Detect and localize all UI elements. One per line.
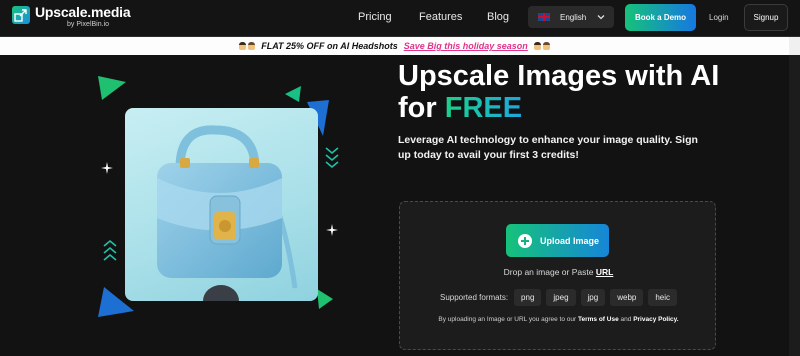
format-badge: jpeg <box>546 289 576 306</box>
sample-image-blue-handbag <box>125 108 318 301</box>
supported-formats: Supported formats: png jpeg jpg webp hei… <box>440 289 682 306</box>
sparkle-icon <box>101 162 113 174</box>
drop-instructions: Drop an image or Paste URL <box>400 267 717 277</box>
login-link[interactable]: Login <box>709 13 729 22</box>
upload-dropzone[interactable]: Upload Image Drop an image or Paste URL … <box>399 201 716 350</box>
paste-url-link[interactable]: URL <box>596 267 613 277</box>
upscale-logo-icon <box>12 6 30 24</box>
scrollbar-track-top <box>789 37 800 55</box>
terms-notice: By uploading an Image or URL you agree t… <box>400 316 717 323</box>
uk-flag-icon <box>538 13 550 21</box>
book-demo-button[interactable]: Book a Demo <box>625 4 696 31</box>
format-badge: png <box>514 289 542 306</box>
logo-byline: by PixelBin.io <box>67 21 110 28</box>
upload-image-button[interactable]: Upload Image <box>506 224 609 257</box>
sparkle-icon <box>326 224 338 236</box>
format-badge: heic <box>648 289 678 306</box>
headshot-emoji-icon <box>239 42 247 50</box>
terms-and: and <box>620 316 632 323</box>
hero-title-line1: Upscale Images with AI <box>398 60 720 92</box>
chevrons-down-icon <box>325 147 339 169</box>
triangle-decoration-icon <box>98 76 126 100</box>
hero-subtitle: Leverage AI technology to enhance your i… <box>398 134 698 161</box>
language-label: English <box>560 12 587 22</box>
triangle-decoration-icon <box>285 86 301 102</box>
hero-title-free: FREE <box>444 92 523 124</box>
drop-text: Drop an image or Paste <box>503 267 594 277</box>
signup-button[interactable]: Signup <box>744 4 788 31</box>
hero-title: Upscale Images with AI for FREE <box>398 60 719 124</box>
language-selector[interactable]: English <box>528 6 614 28</box>
nav-link-features[interactable]: Features <box>419 11 462 23</box>
hero-title-for: for <box>398 92 437 124</box>
promo-text: FLAT 25% OFF on AI Headshots <box>261 41 398 51</box>
chevron-down-icon <box>597 15 605 20</box>
terms-prefix: By uploading an Image or URL you agree t… <box>438 316 577 323</box>
formats-label: Supported formats: <box>440 293 509 302</box>
logo[interactable]: Upscale.media by PixelBin.io <box>12 4 131 29</box>
format-badge: webp <box>610 289 644 306</box>
plus-icon <box>518 233 532 248</box>
logo-name: Upscale.media <box>35 4 131 20</box>
privacy-policy-link[interactable]: Privacy Policy. <box>633 316 678 323</box>
promo-link[interactable]: Save Big this holiday season <box>404 41 528 51</box>
upload-button-label: Upload Image <box>540 235 600 246</box>
format-badge: jpg <box>580 289 606 306</box>
triangle-decoration-icon <box>317 289 333 309</box>
nav-link-blog[interactable]: Blog <box>487 11 509 23</box>
chevrons-up-icon <box>103 239 117 261</box>
promo-banner: FLAT 25% OFF on AI Headshots Save Big th… <box>0 37 789 55</box>
nav-link-pricing[interactable]: Pricing <box>358 11 392 23</box>
headshot-emoji-icon <box>533 42 541 50</box>
top-nav: Upscale.media by PixelBin.io Pricing Fea… <box>0 0 800 36</box>
scrollbar[interactable] <box>789 37 800 356</box>
headshot-emoji-icon <box>542 42 550 50</box>
handbag-image <box>157 125 298 301</box>
terms-of-use-link[interactable]: Terms of Use <box>578 316 619 323</box>
headshot-emoji-icon <box>248 42 256 50</box>
